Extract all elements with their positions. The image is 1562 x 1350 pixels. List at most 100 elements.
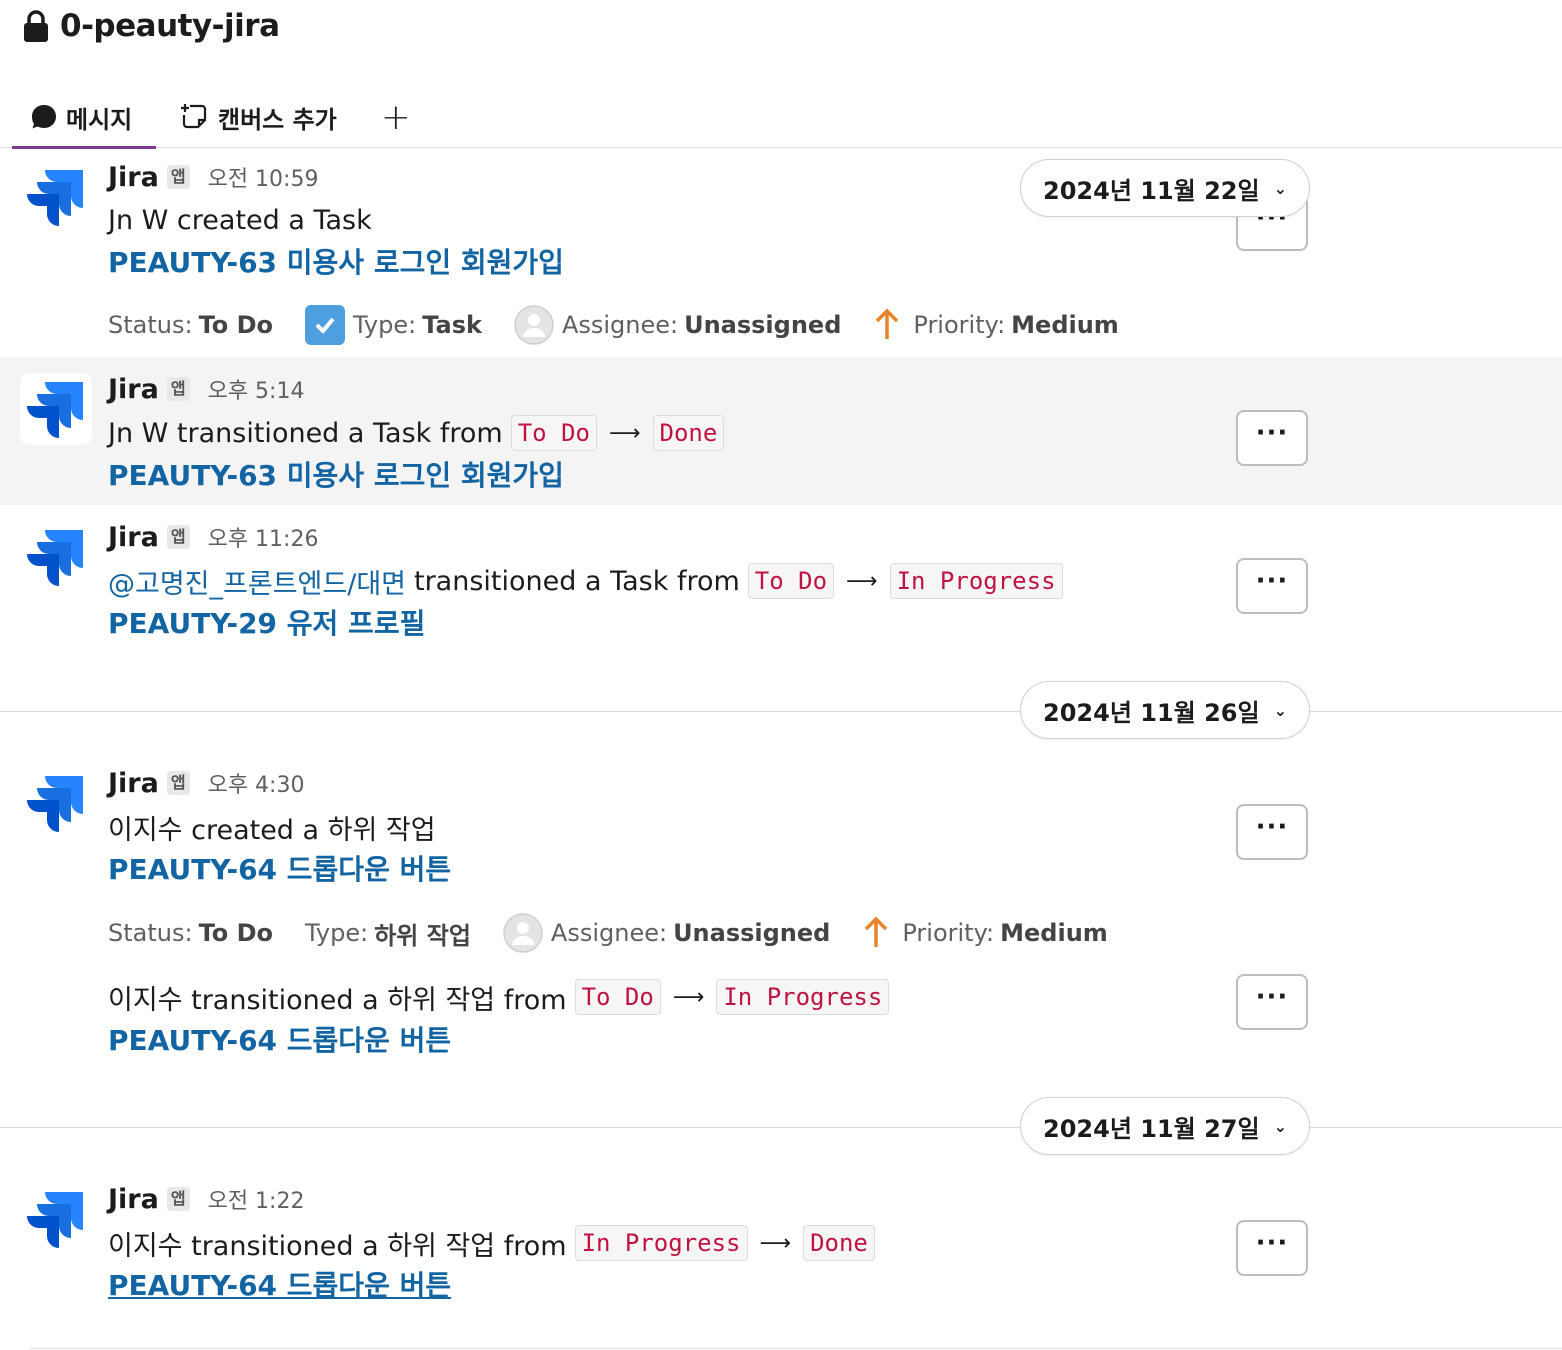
channel-header: 0-peauty-jira 메시지 캔버스 추가 +	[0, 0, 1562, 149]
chevron-down-icon: ⌄	[1273, 178, 1287, 198]
date-divider-button[interactable]: 2024년 11월 27일 ⌄	[1020, 1097, 1310, 1155]
to-status-code: In Progress	[716, 979, 890, 1015]
type-label: Type:	[353, 311, 417, 339]
sender-name[interactable]: Jira	[108, 768, 159, 799]
more-icon: ···	[1255, 812, 1289, 842]
status-field: Status: To Do	[108, 311, 273, 339]
timestamp[interactable]: 오전 1:22	[208, 1183, 305, 1215]
issue-link[interactable]: PEAUTY-63 미용사 로그인 회원가입	[108, 456, 564, 496]
jira-avatar[interactable]	[20, 521, 92, 593]
timestamp[interactable]: 오전 10:59	[208, 161, 319, 193]
message-meta: Jira 앱 오전 10:59	[108, 159, 318, 195]
issue-fields: Status: To Do Type: Task Assignee: Unass…	[108, 303, 1151, 347]
from-status-code: To Do	[510, 415, 597, 451]
issue-link[interactable]: PEAUTY-29 유저 프로필	[108, 604, 425, 644]
chevron-down-icon: ⌄	[1273, 700, 1287, 720]
issue-link[interactable]: PEAUTY-63 미용사 로그인 회원가입	[108, 243, 564, 283]
lock-icon	[24, 10, 48, 42]
more-icon: ···	[1255, 566, 1289, 596]
type-label: Type:	[305, 919, 369, 947]
more-actions-button[interactable]: ···	[1236, 558, 1308, 614]
app-badge: 앱	[166, 1187, 190, 1211]
date-divider-button[interactable]: 2024년 11월 26일 ⌄	[1020, 681, 1310, 739]
jira-avatar[interactable]	[20, 1183, 92, 1255]
to-status-code: Done	[652, 415, 725, 451]
task-checkbox-icon	[305, 305, 345, 345]
sender-name[interactable]: Jira	[108, 374, 159, 405]
tab-add-canvas[interactable]: 캔버스 추가	[156, 86, 351, 148]
more-actions-button[interactable]: ···	[1236, 804, 1308, 860]
jira-logo-icon	[27, 776, 83, 832]
message: Jira 앱 오후 4:30 이지수 created a 하위 작업 PEAUT…	[0, 751, 1562, 961]
jira-avatar[interactable]	[20, 161, 92, 233]
message-feed[interactable]: Jira 앱 오전 10:59 Jn W created a Task PEAU…	[0, 149, 1562, 1350]
sender-name[interactable]: Jira	[108, 522, 159, 553]
message-meta: Jira 앱 오후 4:30	[108, 765, 304, 801]
message-body: Jn W created a Task	[108, 204, 372, 236]
assignee-value: Unassigned	[684, 311, 842, 339]
message-text: 이지수 created a 하위 작업	[108, 807, 436, 847]
status-field: Status: To Do	[108, 919, 273, 947]
timestamp[interactable]: 오후 11:26	[208, 521, 319, 553]
more-actions-button[interactable]: ···	[1236, 410, 1308, 466]
app-badge: 앱	[166, 771, 190, 795]
more-icon: ···	[1255, 418, 1289, 448]
timestamp[interactable]: 오후 4:30	[208, 767, 305, 799]
message-body: Jn W transitioned a Task from	[108, 417, 503, 449]
app-badge: 앱	[166, 525, 190, 549]
channel-tabs: 메시지 캔버스 추가 +	[0, 86, 425, 149]
status-label: Status:	[108, 919, 193, 947]
more-icon: ···	[1255, 982, 1289, 1012]
arrow-icon: ⟶	[759, 1230, 792, 1256]
priority-field: Priority: Medium	[873, 307, 1119, 343]
sender-name[interactable]: Jira	[108, 162, 159, 193]
plus-icon: +	[380, 96, 411, 138]
from-status-code: To Do	[574, 979, 661, 1015]
message: 이지수 transitioned a 하위 작업 from To Do ⟶ In…	[0, 961, 1562, 1081]
more-actions-button[interactable]: ···	[1236, 974, 1308, 1030]
app-badge: 앱	[166, 377, 190, 401]
issue-fields: Status: To Do Type: 하위 작업 Assignee: Unas…	[108, 911, 1140, 955]
issue-link[interactable]: PEAUTY-64 드롭다운 버튼	[108, 1021, 451, 1061]
type-field: Type: 하위 작업	[305, 916, 471, 951]
tab-messages[interactable]: 메시지	[0, 86, 156, 149]
more-actions-button[interactable]: ···	[1236, 1220, 1308, 1276]
date-label: 2024년 11월 27일	[1043, 1114, 1260, 1143]
arrow-icon: ⟶	[608, 420, 641, 446]
assignee-label: Assignee:	[550, 919, 668, 947]
message-text: Jn W transitioned a Task from To Do ⟶ Do…	[108, 413, 732, 453]
message-text: Jn W created a Task	[108, 200, 372, 240]
add-tab-button[interactable]: +	[351, 86, 425, 148]
sender-name[interactable]: Jira	[108, 1184, 159, 1215]
message-bubble-icon	[32, 105, 56, 129]
message-body: 이지수 transitioned a 하위 작업 from	[108, 984, 567, 1016]
type-value: 하위 작업	[374, 921, 471, 950]
date-divider-button[interactable]: 2024년 11월 22일 ⌄	[1020, 159, 1310, 217]
jira-avatar[interactable]	[20, 767, 92, 839]
priority-up-arrow-icon	[865, 916, 888, 947]
jira-logo-icon	[27, 530, 83, 586]
channel-title[interactable]: 0-peauty-jira	[22, 6, 280, 46]
timestamp[interactable]: 오후 5:14	[208, 373, 305, 405]
app-badge: 앱	[166, 165, 190, 189]
issue-link[interactable]: PEAUTY-64 드롭다운 버튼	[108, 850, 451, 890]
status-value: To Do	[198, 919, 273, 947]
composer-top-border	[30, 1348, 1562, 1349]
priority-up-arrow-icon	[876, 308, 899, 339]
priority-value: Medium	[1011, 311, 1119, 339]
jira-logo-icon	[27, 170, 83, 226]
message-body: transitioned a Task from	[414, 565, 740, 597]
assignee-value: Unassigned	[673, 919, 831, 947]
from-status-code: In Progress	[574, 1225, 748, 1261]
to-status-code: Done	[803, 1225, 875, 1261]
status-value: To Do	[198, 311, 273, 339]
user-icon	[503, 913, 543, 953]
assignee-field: Assignee: Unassigned	[514, 305, 841, 345]
day-divider-line	[0, 711, 1562, 712]
user-icon	[514, 305, 554, 345]
jira-avatar[interactable]	[20, 373, 92, 445]
user-mention[interactable]: @고명진_프론트엔드/대면	[108, 562, 406, 601]
issue-link[interactable]: PEAUTY-64 드롭다운 버튼	[108, 1266, 451, 1306]
message: Jira 앱 오전 1:22 이지수 transitioned a 하위 작업 …	[0, 1167, 1562, 1327]
message-body: 이지수 transitioned a 하위 작업 from	[108, 1230, 567, 1262]
